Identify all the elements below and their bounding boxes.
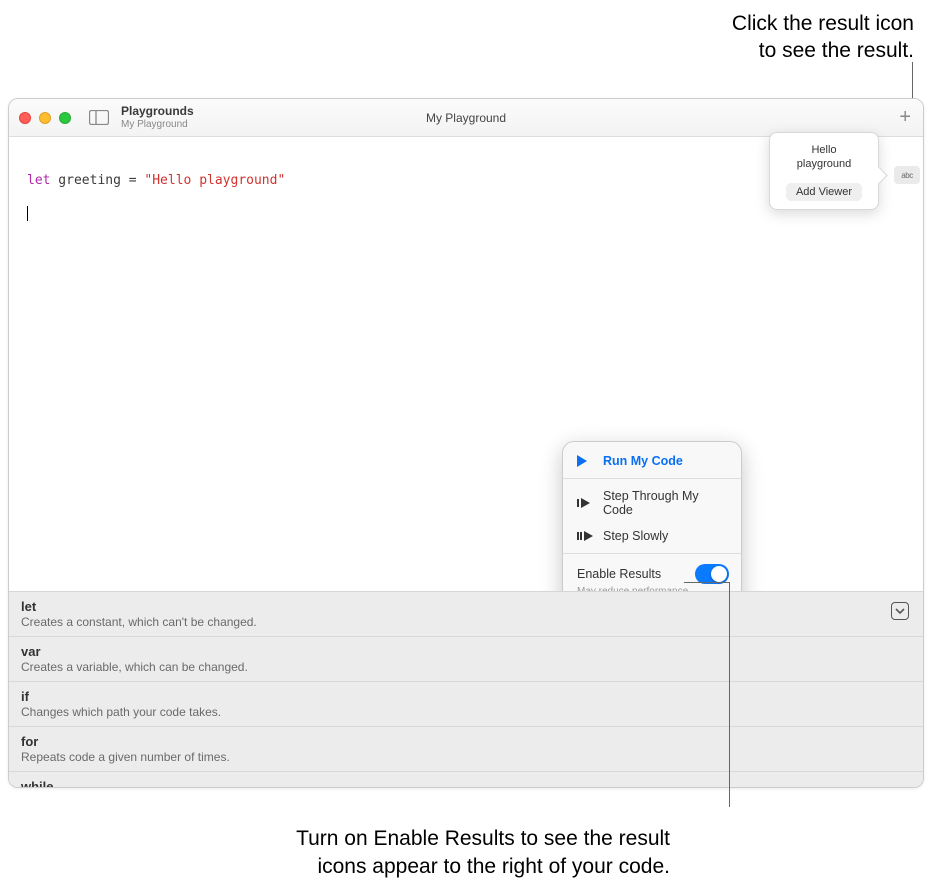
suggestion-row[interactable]: for Repeats code a given number of times… [9, 727, 923, 772]
annotation-bottom: Turn on Enable Results to see the result… [190, 825, 670, 880]
annotation-bottom-leader-horiz [684, 582, 730, 583]
annotation-bottom-leader [729, 582, 730, 807]
annotation-top: Click the result icon to see the result. [732, 10, 914, 65]
document-title: My Playground [426, 111, 506, 125]
sidebar-toggle-button[interactable] [87, 109, 111, 127]
suggestion-row[interactable]: var Creates a variable, which can be cha… [9, 637, 923, 682]
minimize-window-button[interactable] [39, 112, 51, 124]
playgrounds-window: Playgrounds My Playground My Playground … [8, 98, 924, 788]
result-value: Hello playground [778, 143, 870, 172]
window-title: Playgrounds [121, 105, 194, 118]
result-popover: Hello playground Add Viewer [769, 132, 879, 210]
step-icon [577, 497, 593, 509]
play-icon [577, 455, 593, 467]
window-subtitle: My Playground [121, 119, 194, 130]
menu-separator-2 [563, 553, 741, 554]
enable-results-toggle[interactable] [695, 564, 729, 584]
menu-step-through[interactable]: Step Through My Code [563, 483, 741, 523]
menu-step-slowly[interactable]: Step Slowly [563, 523, 741, 549]
add-button[interactable]: + [899, 106, 911, 129]
result-icon[interactable]: abc [894, 166, 920, 184]
menu-separator [563, 478, 741, 479]
zoom-window-button[interactable] [59, 112, 71, 124]
suggestion-row[interactable]: if Changes which path your code takes. [9, 682, 923, 727]
titlebar-titles: Playgrounds My Playground [121, 105, 194, 129]
close-window-button[interactable] [19, 112, 31, 124]
step-slow-icon [577, 530, 593, 542]
add-viewer-button[interactable]: Add Viewer [786, 183, 862, 201]
suggestion-row[interactable]: let Creates a constant, which can't be c… [9, 592, 923, 637]
code-suggestions-panel: let Creates a constant, which can't be c… [9, 591, 923, 787]
suggestion-row[interactable]: while [9, 772, 923, 787]
suggestions-collapse-button[interactable] [891, 602, 909, 620]
menu-run-my-code[interactable]: Run My Code [563, 448, 741, 474]
text-cursor [27, 206, 28, 221]
window-controls [19, 112, 71, 124]
